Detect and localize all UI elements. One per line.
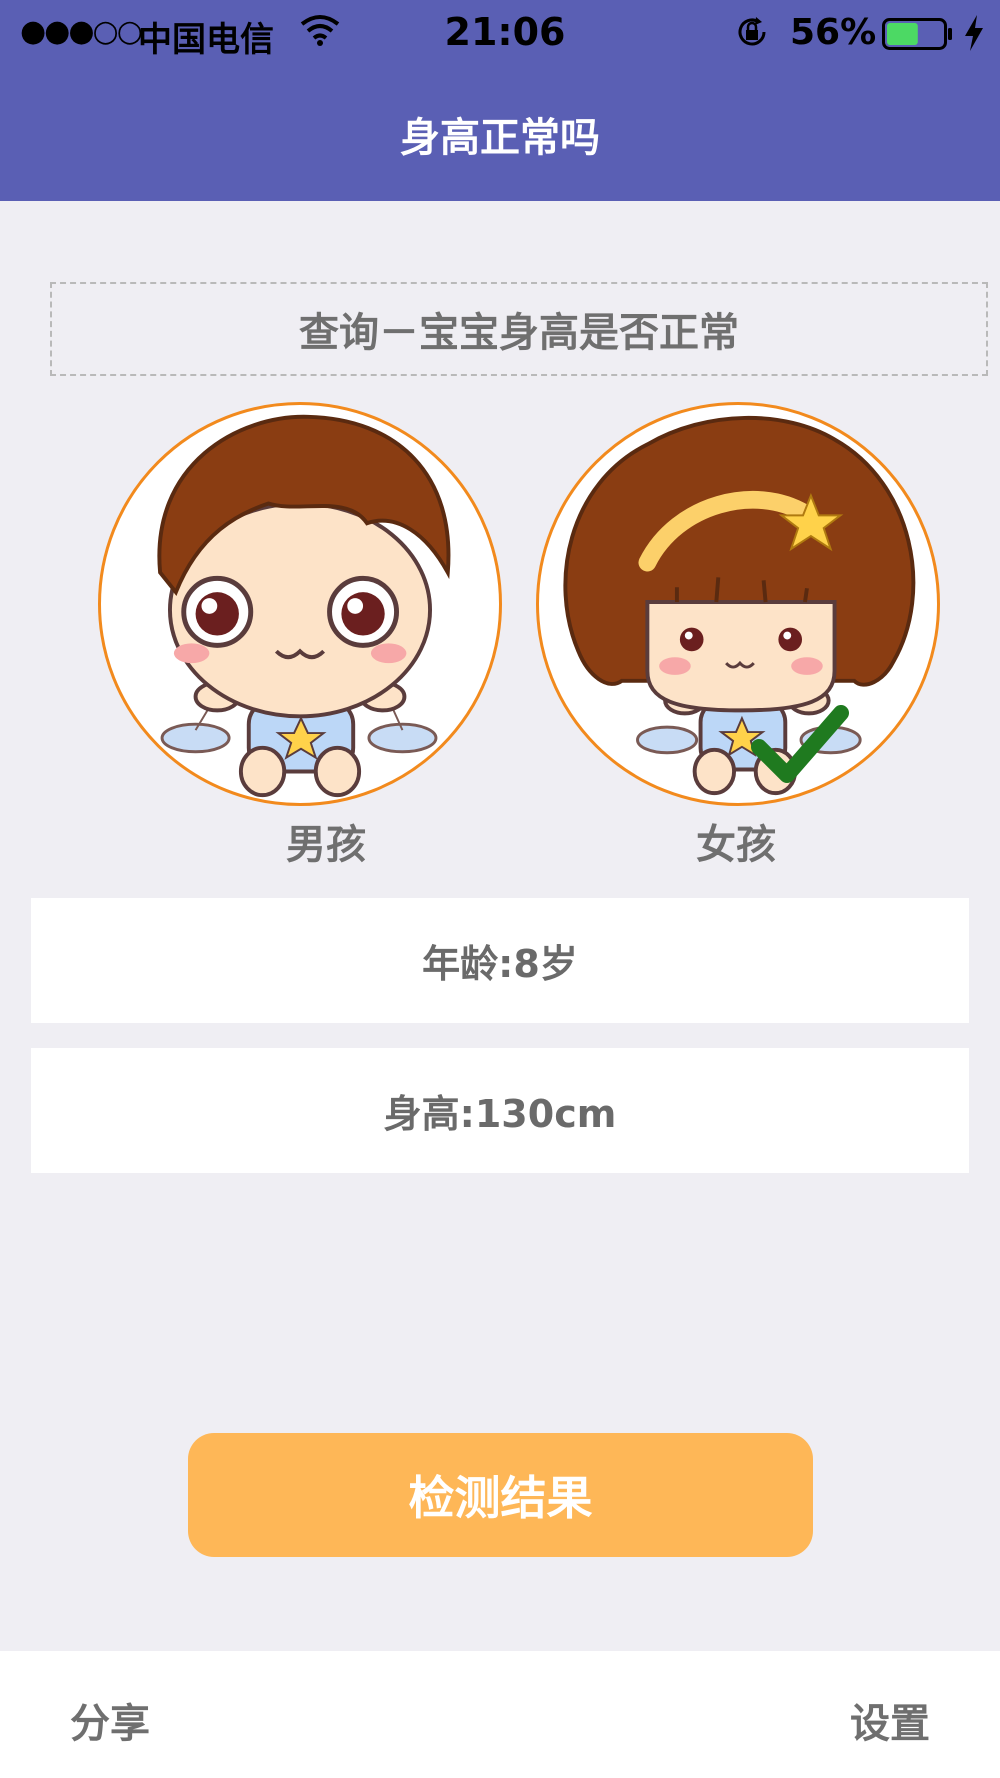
check-result-button[interactable]: 检测结果 (188, 1433, 813, 1557)
charging-bolt-icon (962, 14, 986, 52)
battery-icon (882, 18, 954, 50)
top-bar: ●●●○○ 中国电信 21:06 56% 身高正常吗 (0, 0, 1000, 201)
settings-button[interactable]: 设置 (850, 1691, 930, 1749)
age-field[interactable]: 年龄:8岁 (31, 898, 969, 1023)
girl-avatar-button[interactable] (536, 402, 940, 806)
query-banner: 查询－宝宝身高是否正常 (50, 282, 988, 376)
girl-avatar-illustration (563, 415, 916, 796)
page-title: 身高正常吗 (400, 115, 600, 161)
battery-percent: 56% (790, 12, 877, 53)
checkmark-icon (749, 705, 849, 785)
bottom-bar: 分享 设置 (0, 1651, 1000, 1778)
boy-avatar-illustration (157, 414, 451, 798)
signal-strength: ●●●○○ (20, 14, 143, 49)
wifi-icon (300, 14, 340, 46)
boy-avatar-button[interactable] (98, 402, 502, 806)
orientation-lock-icon (734, 14, 770, 50)
gender-label-boy: 男孩 (286, 822, 366, 868)
status-bar: ●●●○○ 中国电信 21:06 56% (0, 0, 1000, 70)
carrier-name: 中国电信 (138, 20, 274, 60)
height-field[interactable]: 身高:130cm (31, 1048, 969, 1173)
share-button[interactable]: 分享 (70, 1691, 150, 1749)
status-time: 21:06 (444, 10, 566, 54)
gender-label-girl: 女孩 (696, 822, 776, 868)
